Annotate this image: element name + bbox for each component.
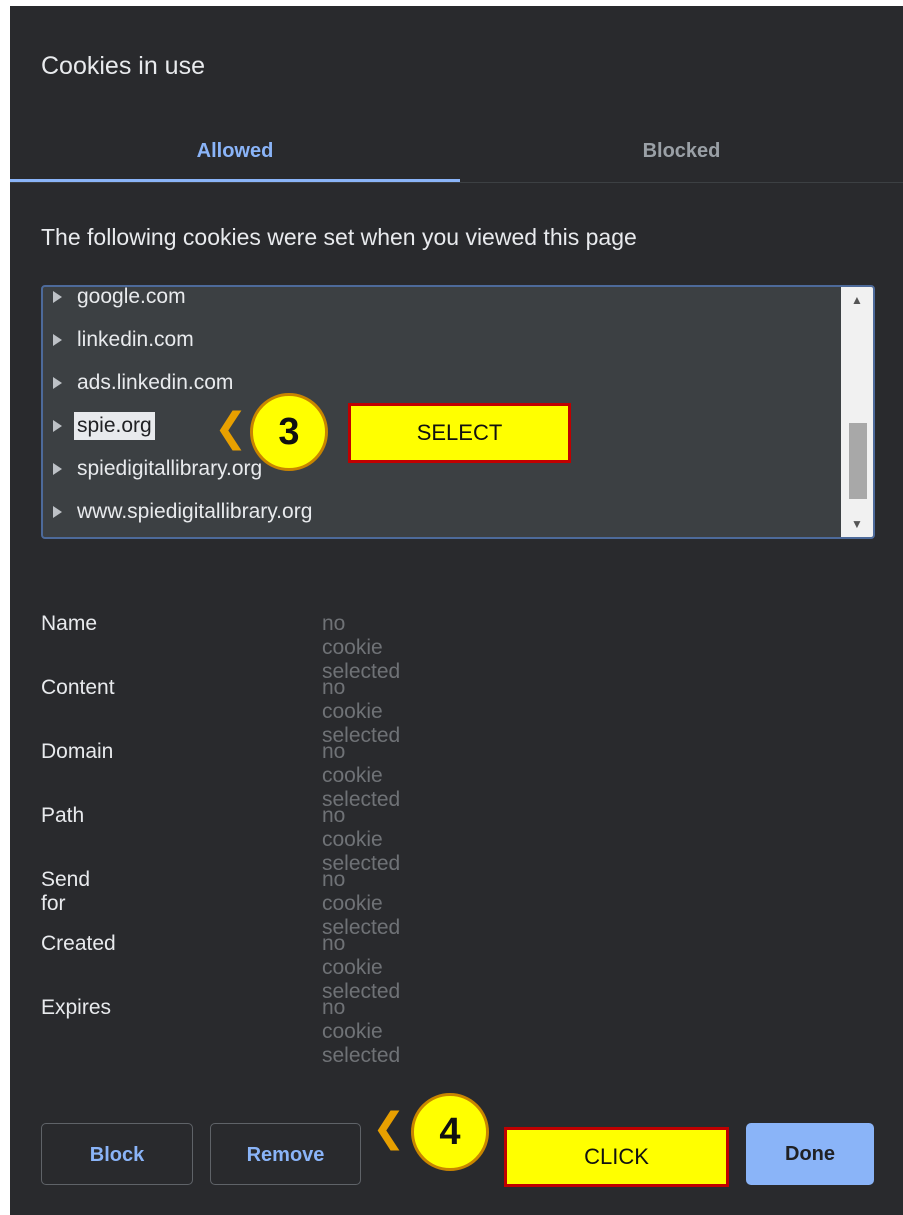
expand-triangle-icon[interactable]	[53, 505, 62, 518]
scroll-thumb[interactable]	[849, 423, 867, 499]
detail-label: Expires	[41, 996, 112, 1019]
tree-item-label: spiedigitallibrary.org	[77, 456, 263, 480]
expand-triangle-icon[interactable]	[53, 333, 62, 346]
tree-item-label: ads.linkedin.com	[77, 370, 234, 394]
step-4-badge: 4	[411, 1093, 489, 1171]
tree-item-www-spiedigitallibrary[interactable]: www.spiedigitallibrary.org	[43, 490, 839, 533]
tab-bar: Allowed Blocked	[10, 126, 903, 183]
tree-item-label: www.spiedigitallibrary.org	[77, 499, 313, 523]
select-callout: SELECT	[348, 403, 571, 463]
expand-triangle-icon[interactable]	[53, 376, 62, 389]
tab-blocked[interactable]: Blocked	[460, 126, 903, 182]
cookies-dialog: Cookies in use Allowed Blocked The follo…	[10, 6, 903, 1215]
detail-value: no cookie selected	[322, 996, 401, 1067]
tab-allowed[interactable]: Allowed	[10, 126, 460, 182]
detail-value: no cookie selected	[322, 804, 401, 875]
dialog-title: Cookies in use	[41, 52, 205, 80]
remove-button[interactable]: Remove	[210, 1123, 361, 1185]
tree-item-label: google.com	[77, 285, 186, 308]
description-text: The following cookies were set when you …	[41, 224, 637, 250]
annotation-arrow-icon: ❮	[214, 406, 248, 450]
detail-value: no cookie selected	[322, 868, 401, 939]
click-callout: CLICK	[504, 1127, 729, 1187]
block-button[interactable]: Block	[41, 1123, 193, 1185]
scroll-up-icon[interactable]: ▲	[841, 287, 873, 313]
tree-item-linkedin[interactable]: linkedin.com	[43, 318, 839, 361]
detail-label: Created	[41, 932, 116, 955]
detail-label: Content	[41, 676, 115, 699]
tree-scrollbar[interactable]: ▲ ▼	[841, 287, 873, 537]
tree-item-label: linkedin.com	[77, 327, 194, 351]
scroll-down-icon[interactable]: ▼	[841, 511, 873, 537]
tree-item-google[interactable]: google.com	[43, 285, 839, 318]
expand-triangle-icon[interactable]	[53, 419, 62, 432]
detail-label: Send for	[41, 868, 91, 915]
done-button[interactable]: Done	[746, 1123, 874, 1185]
step-3-badge: 3	[250, 393, 328, 471]
detail-value: no cookie selected	[322, 612, 401, 683]
detail-label: Name	[41, 612, 98, 635]
tree-item-ads-linkedin[interactable]: ads.linkedin.com	[43, 361, 839, 404]
expand-triangle-icon[interactable]	[53, 290, 62, 303]
detail-label: Domain	[41, 740, 114, 763]
detail-value: no cookie selected	[322, 740, 401, 811]
detail-value: no cookie selected	[322, 676, 401, 747]
annotation-arrow-icon: ❮	[372, 1106, 406, 1150]
expand-triangle-icon[interactable]	[53, 462, 62, 475]
detail-value: no cookie selected	[322, 932, 401, 1003]
detail-label: Path	[41, 804, 85, 827]
tree-item-label: spie.org	[74, 411, 155, 440]
